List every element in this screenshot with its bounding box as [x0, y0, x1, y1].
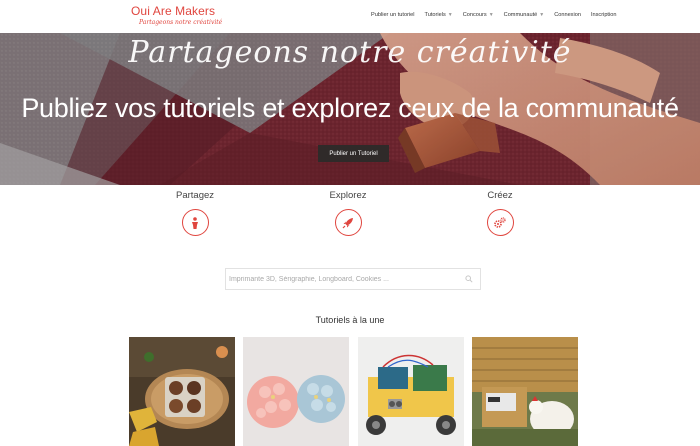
- hero-banner: Partageons notre créativité Publiez vos …: [0, 33, 700, 185]
- person-icon[interactable]: [181, 209, 209, 236]
- search-box: [225, 268, 481, 290]
- hero-title: Publiez vos tutoriels et explorez ceux d…: [21, 93, 679, 123]
- nav-label: Inscription: [590, 12, 617, 18]
- tutorial-thumbnail: [243, 337, 349, 446]
- rocket-icon[interactable]: [334, 209, 362, 236]
- nav-label: Tutoriels: [424, 12, 446, 18]
- publish-tutorial-button[interactable]: Publier un Tutoriel: [318, 145, 389, 162]
- tutorial-card-cupcakes[interactable]: [129, 337, 235, 446]
- feature-explorez: Explorez: [308, 190, 388, 236]
- nav-label: Publier un tutoriel: [371, 12, 415, 18]
- feature-label: Créez: [487, 190, 513, 201]
- chevron-down-icon: ▼: [539, 12, 545, 18]
- chevron-down-icon: ▼: [447, 12, 453, 18]
- logo-title: Oui Are Makers: [131, 4, 216, 18]
- nav-item-inscription[interactable]: Inscription: [591, 12, 617, 18]
- nav-item-connexion[interactable]: Connexion: [554, 12, 581, 18]
- tutorial-card-paper-flowers[interactable]: [243, 337, 349, 446]
- site-logo[interactable]: Oui Are Makers Partageons notre créativi…: [131, 4, 222, 26]
- nav-item-publier[interactable]: Publier un tutoriel: [371, 12, 415, 18]
- main-nav: Publier un tutoriel Tutoriels ▼ Concours ▼…: [371, 12, 626, 18]
- tutorial-thumbnail: [358, 337, 464, 446]
- tutorial-card-chicken-coop[interactable]: [472, 337, 578, 446]
- tutorial-card-robot[interactable]: [358, 337, 464, 446]
- nav-label: Communauté: [503, 12, 538, 18]
- featured-tutorials-title: Tutoriels à la une: [315, 315, 385, 325]
- search-input[interactable]: [226, 269, 462, 289]
- feature-partagez: Partagez: [155, 190, 235, 236]
- nav-label: Concours: [462, 12, 487, 18]
- gears-icon[interactable]: [486, 209, 514, 236]
- hero-script-heading: Partageons notre créativité: [128, 35, 572, 70]
- nav-item-concours[interactable]: Concours ▼: [463, 12, 494, 18]
- tutorial-thumbnail: [129, 337, 235, 446]
- feature-label: Partagez: [175, 190, 215, 201]
- nav-item-tutoriels[interactable]: Tutoriels ▼: [425, 12, 453, 18]
- top-navigation-bar: Oui Are Makers Partageons notre créativi…: [0, 0, 700, 33]
- nav-label: Connexion: [554, 12, 581, 18]
- chevron-down-icon: ▼: [488, 12, 494, 18]
- logo-tagline: Partageons notre créativité: [139, 19, 223, 26]
- search-icon[interactable]: [465, 270, 473, 288]
- feature-label: Explorez: [329, 190, 367, 201]
- tutorial-thumbnail: [472, 337, 578, 446]
- nav-item-communaute[interactable]: Communauté ▼: [504, 12, 545, 18]
- feature-creez: Créez: [460, 190, 540, 236]
